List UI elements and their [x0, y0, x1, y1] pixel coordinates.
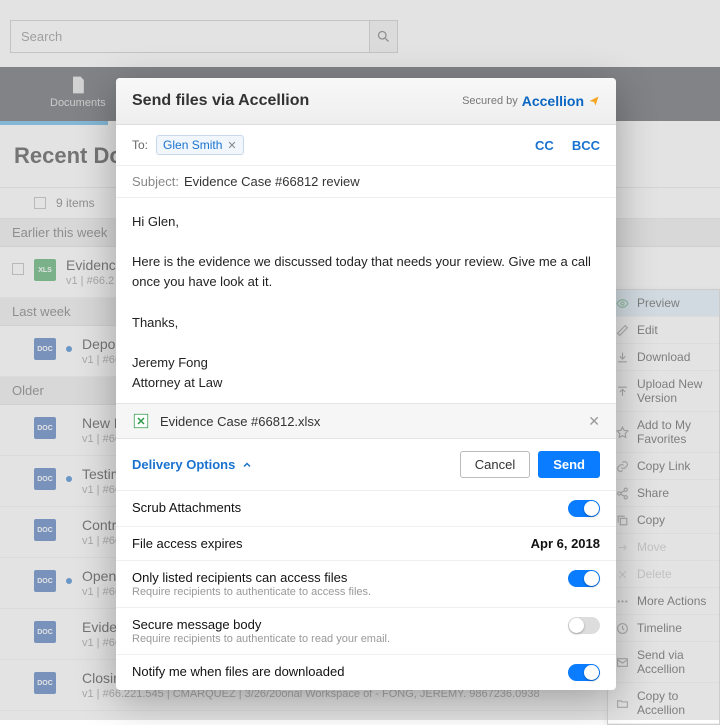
- scrub-attachments-toggle[interactable]: [568, 500, 600, 517]
- menu-copy[interactable]: Copy: [608, 507, 719, 534]
- doc-icon: DOC: [34, 468, 56, 490]
- subject-row[interactable]: Subject: Evidence Case #66812 review: [116, 166, 616, 198]
- send-button[interactable]: Send: [538, 451, 600, 478]
- select-all-checkbox[interactable]: [34, 197, 46, 209]
- subject-text: Evidence Case #66812 review: [184, 174, 360, 189]
- doc-icon: DOC: [34, 338, 56, 360]
- menu-edit[interactable]: Edit: [608, 317, 719, 344]
- remove-recipient-icon[interactable]: ✕: [227, 139, 236, 152]
- xlsx-icon: [132, 412, 150, 430]
- doc-icon: DOC: [34, 621, 56, 643]
- menu-copy-link[interactable]: Copy Link: [608, 453, 719, 480]
- doc-icon: DOC: [34, 570, 56, 592]
- menu-send-via-accellion[interactable]: Send via Accellion: [608, 642, 719, 683]
- menu-more-actions[interactable]: More Actions: [608, 588, 719, 615]
- menu-download[interactable]: Download: [608, 344, 719, 371]
- listed-recipients-label: Only listed recipients can access files: [132, 570, 568, 585]
- file-access-expires-value[interactable]: Apr 6, 2018: [531, 536, 600, 551]
- menu-share[interactable]: Share: [608, 480, 719, 507]
- secure-body-toggle[interactable]: [568, 617, 600, 634]
- delivery-options-toggle[interactable]: Delivery Options: [132, 457, 253, 472]
- message-body[interactable]: Hi Glen, Here is the evidence we discuss…: [116, 198, 616, 403]
- remove-attachment-icon[interactable]: ✕: [588, 413, 600, 430]
- bcc-button[interactable]: BCC: [572, 138, 600, 153]
- cancel-button[interactable]: Cancel: [460, 451, 530, 478]
- cc-button[interactable]: CC: [535, 138, 554, 153]
- attachment-row: Evidence Case #66812.xlsx ✕: [116, 403, 616, 439]
- xls-icon: XLS: [34, 259, 56, 281]
- search-box[interactable]: [10, 20, 398, 53]
- menu-copy-to-accellion[interactable]: Copy to Accellion: [608, 683, 719, 724]
- listed-recipients-toggle[interactable]: [568, 570, 600, 587]
- secured-by-label: Secured by Accellion: [462, 93, 600, 109]
- notify-downloads-label: Notify me when files are downloaded: [132, 664, 568, 679]
- notify-downloads-toggle[interactable]: [568, 664, 600, 681]
- menu-delete: Delete: [608, 561, 719, 588]
- menu-preview[interactable]: Preview: [608, 290, 719, 317]
- context-menu: Preview Edit Download Upload New Version…: [607, 289, 720, 725]
- tab-label: Documents: [50, 97, 106, 109]
- search-input[interactable]: [11, 21, 369, 52]
- menu-move: Move: [608, 534, 719, 561]
- accellion-logo-icon: [588, 95, 600, 107]
- menu-add-favorites[interactable]: Add to My Favorites: [608, 412, 719, 453]
- modal-title: Send files via Accellion: [132, 92, 309, 110]
- menu-timeline[interactable]: Timeline: [608, 615, 719, 642]
- file-access-expires-label: File access expires: [132, 536, 531, 551]
- attachment-name: Evidence Case #66812.xlsx: [160, 414, 320, 429]
- tab-documents[interactable]: Documents: [50, 75, 106, 109]
- unread-dot: [66, 346, 72, 352]
- menu-upload-new-version[interactable]: Upload New Version: [608, 371, 719, 412]
- doc-icon: DOC: [34, 672, 56, 694]
- recipient-chip[interactable]: Glen Smith✕: [156, 135, 244, 155]
- secure-body-label: Secure message body: [132, 617, 568, 632]
- search-icon[interactable]: [369, 21, 397, 52]
- chevron-up-icon: [241, 459, 253, 471]
- to-label: To:: [132, 138, 148, 152]
- send-files-modal: Send files via Accellion Secured by Acce…: [116, 78, 616, 690]
- doc-icon: DOC: [34, 417, 56, 439]
- scrub-attachments-label: Scrub Attachments: [132, 500, 568, 515]
- doc-icon: DOC: [34, 519, 56, 541]
